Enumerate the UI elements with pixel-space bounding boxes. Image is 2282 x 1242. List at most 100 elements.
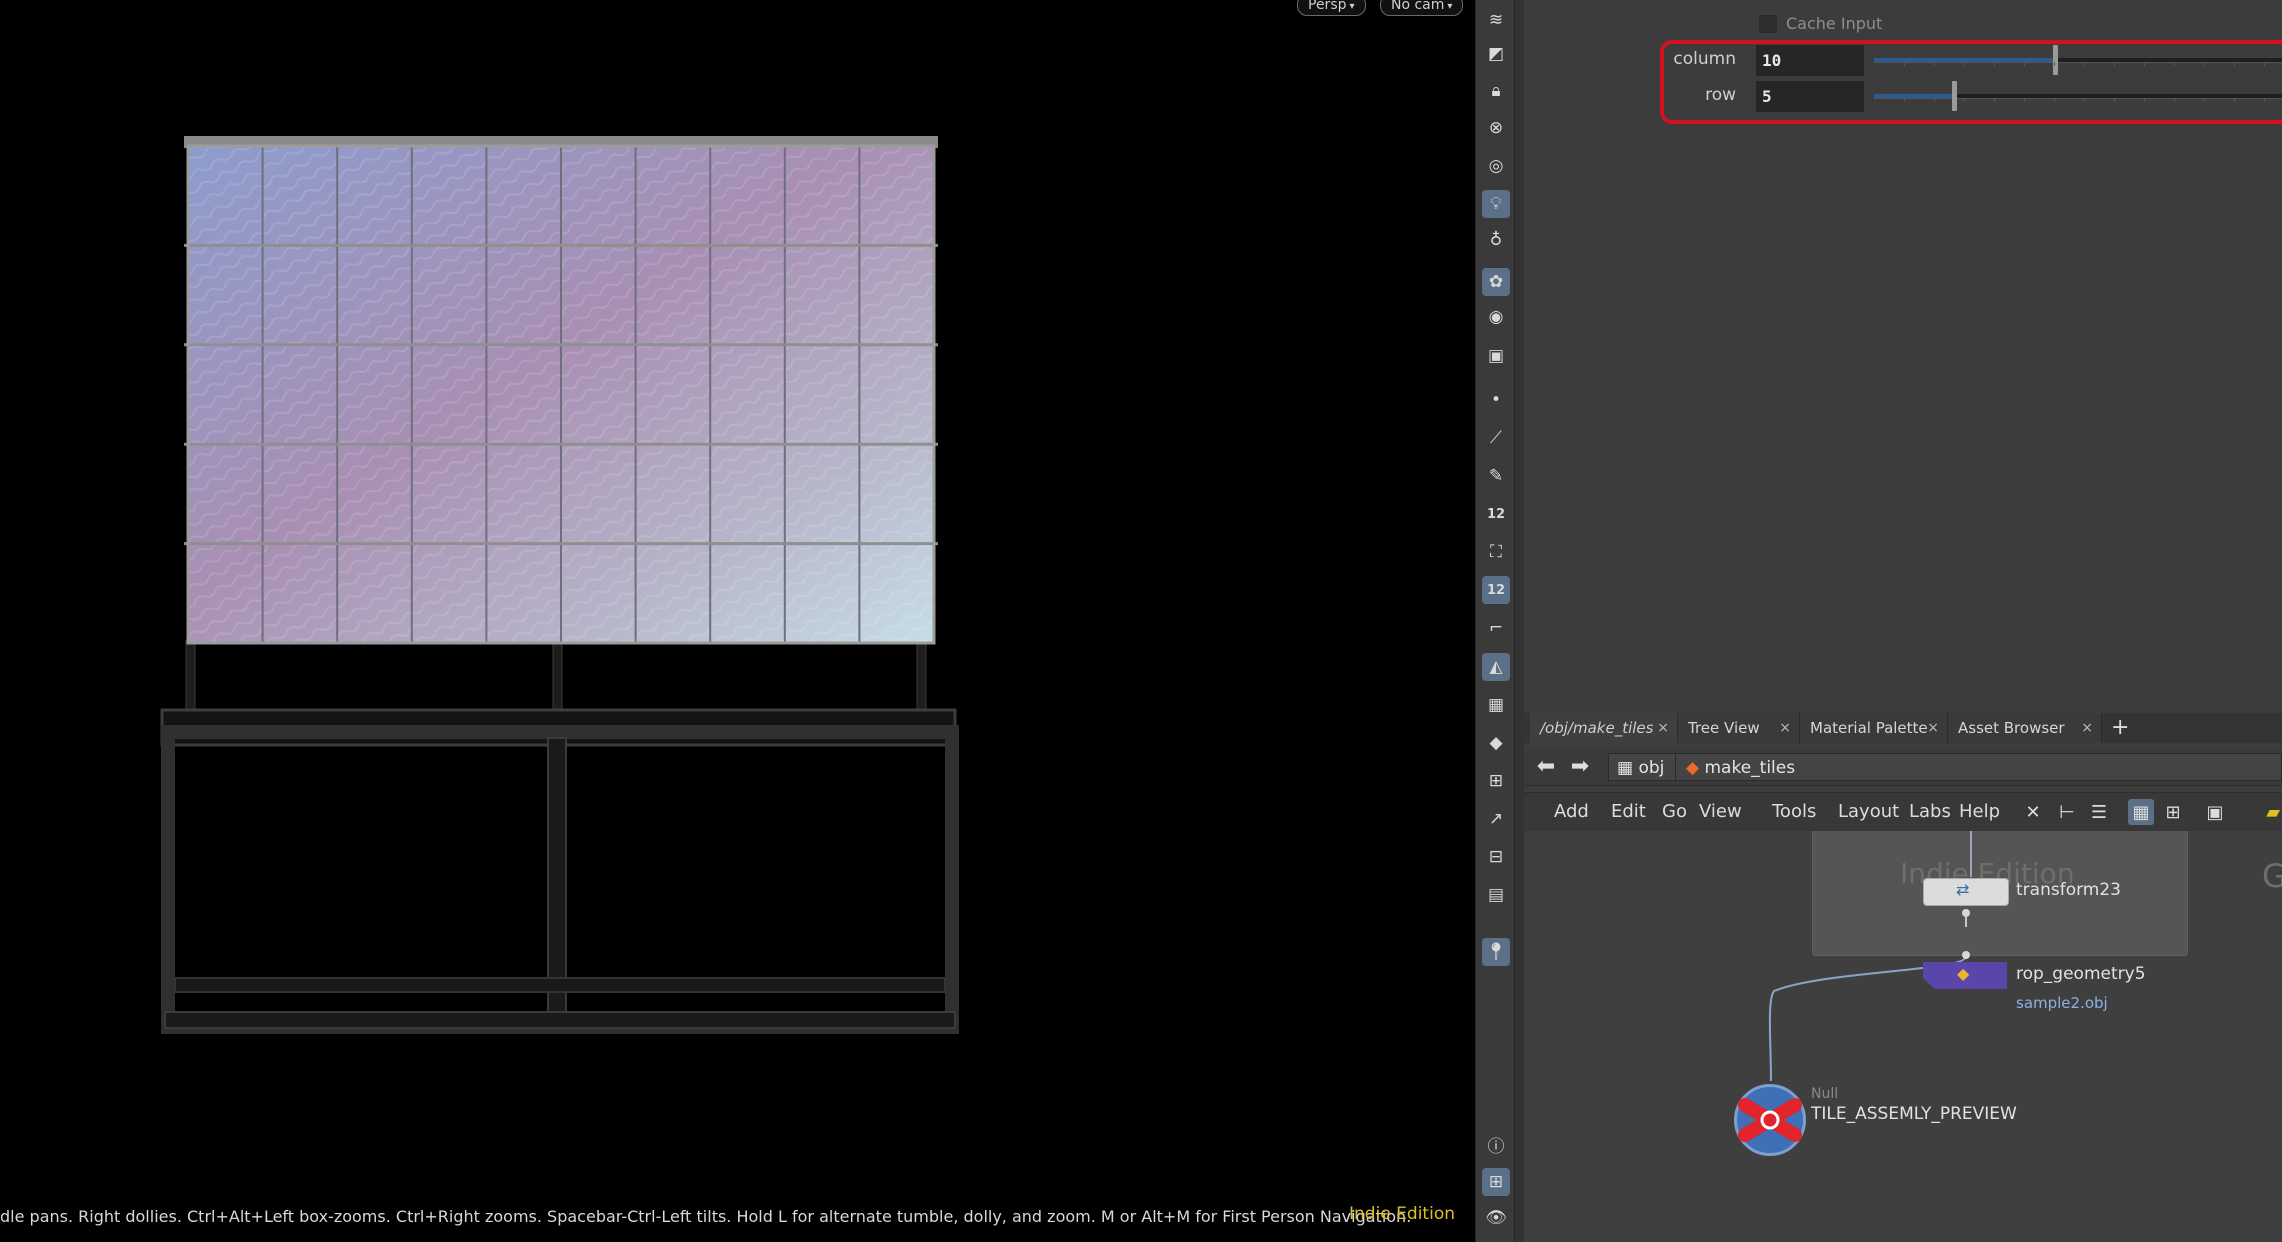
breadcrumb-obj-label: obj [1638,758,1665,778]
light-icon[interactable]: 💡︎ [1482,190,1510,218]
null-node[interactable] [1734,1084,1806,1156]
lock-icon[interactable]: 🔒︎ [1482,77,1510,105]
viewport-display-toolbar: ≋ ◩ 🔒︎ ⊗ ◎ 💡︎ ♁ ✿ ◉ ▣ • ⟋ ✎ 12 ⛶ 12 ⌐ ◭ … [1475,0,1515,1242]
checker-icon[interactable]: ▦ [1482,691,1510,719]
prim-numbers-icon[interactable]: 12 [1482,576,1510,604]
tab-asset-browser-label: Asset Browser [1958,719,2065,737]
grid-icon[interactable]: ◭ [1482,653,1510,681]
pane-tab-bar: /obj/make_tiles × Tree View × Material Pal… [1524,713,2282,743]
row-slider-fill [1874,94,1954,98]
rop-output-file: sample2.obj [2016,994,2108,1012]
wrench-icon[interactable]: ✕ [2020,799,2046,825]
network-pane: /obj/make_tiles × Tree View × Material Pal… [1524,705,2282,1242]
tab-network-label: /obj/make_tiles [1540,719,1654,737]
close-icon[interactable]: × [2081,713,2093,743]
back-arrow-icon[interactable]: ⬅ [1532,755,1560,779]
menu-layout[interactable]: Layout [1838,793,1899,831]
guide-icon[interactable]: ⌐ [1482,614,1510,642]
row-param-label: row [1705,85,1736,105]
rop-geometry-node[interactable]: ◆ [1923,962,2007,989]
transform-node[interactable]: ⇄ [1923,878,2009,906]
row-slider[interactable] [1874,81,2282,111]
tile-wall [184,136,938,645]
tab-tree-view[interactable]: Tree View × [1678,713,1800,743]
add-tab-button[interactable]: + [2111,713,2129,743]
layout-icon[interactable]: ⊞ [1482,1168,1510,1196]
slider-tick [2234,98,2235,102]
column-slider-handle[interactable] [2053,45,2058,75]
viewport-status-hint: dle pans. Right dollies. Ctrl+Alt+Left b… [0,1207,1412,1226]
rop-node-icon: ◆ [1957,964,1970,983]
shading-icon[interactable]: ◎ [1482,152,1510,180]
cache-input-checkbox[interactable] [1759,15,1777,33]
tab-tree-view-label: Tree View [1688,719,1760,737]
tiles-view-icon[interactable]: ⊞ [2160,799,2186,825]
pin-icon[interactable]: 📍︎ [1482,938,1510,966]
light-link-icon[interactable]: ♁ [1482,226,1510,254]
menu-edit[interactable]: Edit [1611,793,1646,831]
pick-icon[interactable]: ✎ [1482,462,1510,490]
tab-network[interactable]: /obj/make_tiles × [1530,713,1678,743]
ghost-icon[interactable]: ⊗ [1482,114,1510,142]
display-options-icon[interactable]: ✿ [1482,268,1510,296]
snapshot-icon[interactable]: ⊟ [1482,843,1510,871]
map-icon[interactable]: ⊞ [1482,767,1510,795]
edition-label: Indie Edition [1349,1204,1455,1224]
grid-view-icon[interactable]: ▦ [2128,799,2154,825]
brush-icon[interactable]: ⟋ [1482,424,1510,452]
forward-arrow-icon[interactable]: ➡ [1566,755,1594,779]
window-icon[interactable]: ▣ [2202,799,2228,825]
slider-tick [1904,98,1905,102]
tab-material-palette-label: Material Palette [1810,719,1928,737]
row-slider-handle[interactable] [1952,81,1957,111]
menu-add[interactable]: Add [1554,793,1589,831]
breadcrumb-make-tiles[interactable]: ◆ make_tiles [1676,753,2282,781]
menu-go[interactable]: Go [1662,793,1687,831]
network-canvas[interactable]: Indie Edition G ⇄ transform23 ◆ rop_geom… [1524,831,2282,1242]
null-node-type: Null [1811,1086,1839,1102]
point-icon[interactable]: • [1482,386,1510,414]
info-icon[interactable]: ⓘ [1482,1130,1510,1158]
scene-viewport[interactable]: Persp ▾ No cam ▾ dle pans. Right dollies… [0,0,1475,1242]
breadcrumb-obj[interactable]: ▦ obj [1608,753,1676,781]
point-numbers-icon[interactable]: 12 [1482,500,1510,528]
geometry-node-icon: ◆ [1686,758,1705,778]
close-icon[interactable]: × [1657,713,1669,743]
layers-icon[interactable]: ≋ [1482,6,1510,34]
tab-material-palette[interactable]: Material Palette × [1800,713,1948,743]
menu-help[interactable]: Help [1959,793,2000,831]
sticky-note-icon[interactable]: ▰ [2260,799,2282,825]
slider-tick [1964,62,1965,66]
eye-icon[interactable]: 👁︎ [1482,1204,1510,1232]
cache-input-label: Cache Input [1786,14,1883,33]
path-bar: ⬅ ➡ ▦ obj ◆ make_tiles [1524,749,2282,786]
close-icon[interactable]: × [1779,713,1791,743]
tree-icon[interactable]: ⊢ [2054,799,2080,825]
menu-view[interactable]: View [1699,793,1742,831]
image-icon[interactable]: ▤ [1482,881,1510,909]
slider-tick [2054,98,2055,102]
column-slider[interactable] [1874,45,2282,75]
transform-node-icon: ⇄ [1956,880,1970,899]
null-node-label: TILE_ASSEMLY_PREVIEW [1811,1104,2017,1124]
menu-tools[interactable]: Tools [1772,793,1816,831]
slider-tick [2174,98,2175,102]
render-icon[interactable]: ▣ [1482,342,1510,370]
slider-tick [2114,62,2115,66]
object-network-icon: ▦ [1617,758,1639,778]
slider-tick [1904,62,1905,66]
slider-tick [1994,62,1995,66]
vector-icon[interactable]: ↗ [1482,805,1510,833]
close-icon[interactable]: × [1927,713,1939,743]
camera-icon[interactable]: ◉ [1482,303,1510,331]
menu-labs[interactable]: Labs [1909,793,1951,831]
tab-asset-browser[interactable]: Asset Browser × [1948,713,2102,743]
paint-icon[interactable]: ⛶ [1482,538,1510,566]
slider-tick [2144,62,2145,66]
slider-tick [2264,62,2265,66]
column-value-field[interactable]: 10 [1756,45,1864,76]
diamond-icon[interactable]: ◆ [1482,729,1510,757]
row-value-field[interactable]: 5 [1756,81,1864,112]
list-icon[interactable]: ☰ [2086,799,2112,825]
uv-icon[interactable]: ◩ [1482,40,1510,68]
